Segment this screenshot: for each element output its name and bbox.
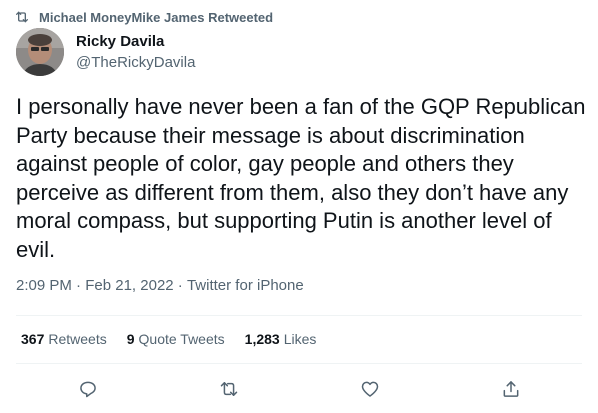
tweet-date[interactable]: Feb 21, 2022 [85, 277, 173, 294]
reply-button[interactable] [72, 373, 104, 405]
share-button[interactable] [495, 373, 527, 405]
likes-label: Likes [283, 331, 317, 347]
tweet-time[interactable]: 2:09 PM [16, 277, 72, 294]
retweets-label: Retweets [48, 331, 107, 347]
quote-tweets-stat[interactable]: 9 Quote Tweets [127, 331, 225, 347]
avatar[interactable] [16, 28, 64, 76]
meta-separator: · [71, 277, 86, 294]
retweet-icon [16, 11, 28, 23]
retweet-icon [220, 382, 238, 396]
share-icon [503, 381, 519, 397]
divider [16, 315, 582, 316]
author-handle[interactable]: @TheRickyDavila [76, 54, 195, 71]
tweet-source[interactable]: Twitter for iPhone [187, 277, 304, 294]
retweeted-by-text: Michael MoneyMike James Retweeted [39, 9, 274, 25]
quote-count: 9 [126, 331, 135, 347]
action-bar [0, 373, 598, 405]
quote-label: Quote Tweets [138, 331, 225, 347]
retweet-button[interactable] [213, 373, 245, 405]
tweet-text: I personally have never been a fan of th… [16, 94, 586, 262]
like-button[interactable] [354, 373, 386, 405]
tweet-meta: 2:09 PM · Feb 21, 2022 · Twitter for iPh… [16, 277, 304, 294]
meta-separator: · [173, 277, 187, 294]
tweet-stats: 367 Retweets 9 Quote Tweets 1,283 Likes [21, 331, 336, 347]
divider [16, 363, 582, 364]
retweet-indicator[interactable]: Michael MoneyMike James Retweeted [14, 8, 273, 26]
reply-icon [80, 381, 96, 398]
likes-count: 1,283 [244, 331, 280, 347]
author-name[interactable]: Ricky Davila [76, 33, 164, 50]
heart-icon [361, 381, 379, 397]
retweets-count: 367 [21, 331, 45, 347]
likes-stat[interactable]: 1,283 Likes [245, 331, 317, 347]
retweets-stat[interactable]: 367 Retweets [21, 331, 107, 347]
